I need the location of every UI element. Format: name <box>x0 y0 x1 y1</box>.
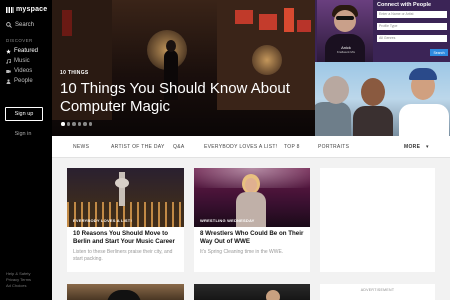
category-tabs: NEWS ARTIST OF THE DAY Q&A EVERYBODY LOV… <box>52 136 450 158</box>
chevron-down-icon[interactable]: ▾ <box>426 144 429 150</box>
photo-headband <box>409 68 437 80</box>
sidebar-search[interactable]: Search <box>6 22 34 28</box>
sidebar-item-videos[interactable]: Videos <box>6 66 38 76</box>
search-label: Search <box>15 22 35 28</box>
logo-text: myspace <box>16 6 48 13</box>
article-summary: Listen to these Berliners praise their c… <box>73 249 173 262</box>
photo-person-right-body <box>399 104 449 136</box>
article-card-partial[interactable] <box>194 284 310 300</box>
tab-news[interactable]: NEWS <box>73 136 89 158</box>
carousel-dot[interactable] <box>77 122 81 126</box>
connect-title: Connect with People <box>377 2 432 8</box>
discover-heading: DISCOVER <box>6 38 33 43</box>
hero-sign <box>62 10 72 36</box>
article-card-image: WRESTLING WEDNESDAY <box>194 168 310 227</box>
signin-link[interactable]: Sign in <box>0 131 46 137</box>
profile-head <box>334 10 356 32</box>
hero-category-tag[interactable]: 10 THINGS <box>60 70 89 76</box>
hero-figure-head <box>166 40 176 52</box>
photo-person-mid-body <box>353 106 393 136</box>
sidebar-item-label: Featured <box>14 48 39 54</box>
ad-panel[interactable] <box>320 168 435 272</box>
featured-profile-image[interactable]: Anick Kraftwerk Mix <box>317 0 373 62</box>
article-title[interactable]: 10 Reasons You Should Move to Berlin and… <box>73 230 179 246</box>
article-category-tag[interactable]: WRESTLING WEDNESDAY <box>200 218 255 223</box>
genre-select[interactable]: All Genres <box>377 35 447 42</box>
city-lights <box>67 202 184 227</box>
profile-glasses <box>336 16 354 20</box>
tab-more[interactable]: MORE <box>404 136 420 158</box>
carousel-dot[interactable] <box>61 122 65 126</box>
sidebar-nav: Featured Music Videos People <box>6 46 38 86</box>
sidebar-item-label: People <box>14 78 33 84</box>
sidebar-item-music[interactable]: Music <box>6 56 38 66</box>
article-card[interactable]: EVERYBODY LOVES A LIST! 10 Reasons You S… <box>67 168 184 272</box>
carousel-dot[interactable] <box>66 122 70 126</box>
photo-person-left-head <box>323 76 349 104</box>
sidebar-item-featured[interactable]: Featured <box>6 46 38 56</box>
advertisement-label: ADVERTISEMENT <box>360 288 395 292</box>
footer-link-adchoices[interactable]: Ad Choices <box>6 283 31 289</box>
tv-tower-sphere <box>115 178 129 188</box>
search-icon <box>6 22 12 28</box>
person-head <box>266 290 280 300</box>
carousel-dot[interactable] <box>83 122 87 126</box>
myspace-logo[interactable]: myspace <box>6 6 47 13</box>
hero-sign <box>259 14 277 30</box>
photo-person-left-body <box>315 102 351 136</box>
hero-streetlight-glow <box>252 45 282 75</box>
sidebar: myspace Search DISCOVER Featured Music V… <box>0 0 52 300</box>
hat-silhouette <box>107 290 141 300</box>
hero-sign <box>235 10 253 24</box>
logo-bars-icon <box>6 6 14 13</box>
article-card[interactable]: WRESTLING WEDNESDAY 8 Wrestlers Who Coul… <box>194 168 310 272</box>
wrestler-face <box>245 178 257 192</box>
connect-promo: Anick Kraftwerk Mix Connect with People … <box>315 0 450 62</box>
music-icon <box>6 58 11 64</box>
carousel-dot[interactable] <box>88 122 92 126</box>
video-icon <box>6 69 11 73</box>
photo-person-mid-head <box>361 78 385 106</box>
carousel-dots <box>61 122 92 126</box>
name-artist-input[interactable]: Enter a Name or Artist <box>377 11 447 18</box>
people-icon <box>6 78 11 84</box>
tab-top-8[interactable]: TOP 8 <box>284 136 300 158</box>
hero-carousel[interactable]: 10 THINGS 10 Things You Should Know Abou… <box>52 0 315 136</box>
sidebar-item-label: Videos <box>14 68 33 74</box>
star-icon <box>6 48 11 54</box>
tab-everybody-loves-a-list[interactable]: EVERYBODY LOVES A LIST! <box>204 136 277 158</box>
sidebar-item-label: Music <box>14 58 30 64</box>
featured-profile-name: Anick Kraftwerk Mix <box>333 45 359 54</box>
featured-profile-sub: Kraftwerk Mix <box>336 50 356 54</box>
signup-button[interactable]: Sign up <box>5 107 43 121</box>
article-category-tag[interactable]: EVERYBODY LOVES A LIST! <box>73 218 132 223</box>
hero-title[interactable]: 10 Things You Should Know About Computer… <box>60 80 300 116</box>
carousel-dot[interactable] <box>72 122 76 126</box>
hero-sign <box>297 20 311 32</box>
people-photo-tile[interactable] <box>315 62 450 136</box>
tab-portraits[interactable]: PORTRAITS <box>318 136 349 158</box>
advertisement-panel[interactable]: ADVERTISEMENT <box>320 284 435 300</box>
tab-artist-of-the-day[interactable]: ARTIST OF THE DAY <box>111 136 165 158</box>
hero-sign <box>284 8 294 32</box>
article-card-image: EVERYBODY LOVES A LIST! <box>67 168 184 227</box>
sidebar-item-people[interactable]: People <box>6 76 38 86</box>
article-card-partial[interactable] <box>67 284 184 300</box>
article-summary: It's Spring Cleaning time in the WWE. <box>200 249 284 255</box>
profile-type-select[interactable]: Profile Type <box>377 23 447 30</box>
connect-search-button[interactable]: Search <box>430 49 448 56</box>
tab-qa[interactable]: Q&A <box>173 136 184 158</box>
article-title[interactable]: 8 Wrestlers Who Could Be on Their Way Ou… <box>200 230 306 246</box>
sidebar-footer: Help & Safety Privacy Terms Ad Choices <box>6 271 31 289</box>
